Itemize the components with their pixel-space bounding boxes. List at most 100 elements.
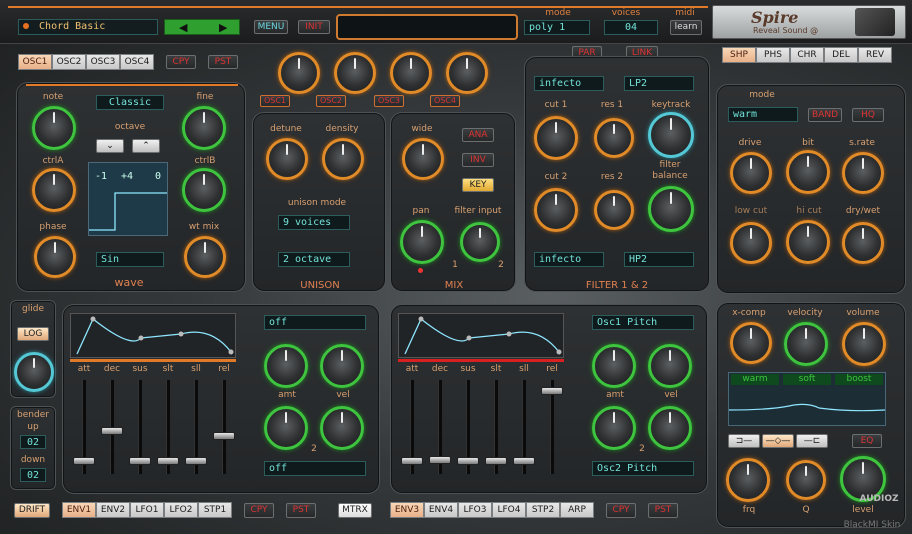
env1-slider-sus[interactable] — [129, 457, 151, 466]
keytrack-knob[interactable] — [648, 112, 694, 158]
tab-lfo2[interactable]: LFO2 — [164, 502, 198, 518]
tab-rev[interactable]: REV — [858, 47, 892, 63]
tab-chr[interactable]: CHR — [790, 47, 824, 63]
mod-right-copy-button[interactable]: CPY — [606, 503, 636, 518]
hicut-knob[interactable] — [786, 220, 830, 264]
osc4-level-knob[interactable] — [446, 52, 488, 94]
env1-vel2-knob[interactable] — [320, 406, 364, 450]
filter-balance-knob[interactable] — [648, 186, 694, 232]
key-button[interactable]: KEY — [462, 178, 494, 192]
band-button[interactable]: BAND — [808, 108, 842, 122]
env3-slider-sus[interactable] — [457, 457, 479, 466]
osc3-mini-label[interactable]: OSC3 — [374, 95, 404, 107]
env1-slider-dec[interactable] — [101, 427, 123, 436]
tab-shp[interactable]: SHP — [722, 47, 756, 63]
env1-dest-select[interactable]: off — [264, 315, 366, 330]
osc3-level-knob[interactable] — [390, 52, 432, 94]
env3-vel-knob[interactable] — [648, 344, 692, 388]
osc-copy-button[interactable]: CPY — [166, 55, 196, 69]
inv-button[interactable]: INV — [462, 153, 494, 167]
unison-voices-select[interactable]: 9 voices — [278, 215, 350, 230]
env3-dest2-select[interactable]: Osc2 Pitch — [592, 461, 694, 476]
env1-slider-att[interactable] — [73, 457, 95, 466]
octave-down-button[interactable]: ⌄ — [96, 139, 124, 153]
ctrlb-knob[interactable] — [182, 168, 226, 212]
env3-slider-sll[interactable] — [513, 457, 535, 466]
note-knob[interactable] — [32, 106, 76, 150]
glide-knob[interactable] — [14, 352, 54, 392]
preset-display[interactable]: Chord Basic — [18, 19, 158, 35]
tab-stp2[interactable]: STP2 — [526, 502, 560, 518]
env1-amt2-knob[interactable] — [264, 406, 308, 450]
env3-slider-att[interactable] — [401, 457, 423, 466]
cut1-knob[interactable] — [534, 116, 578, 160]
fx-mode-select[interactable]: warm — [728, 107, 798, 122]
phase-knob[interactable] — [34, 236, 76, 278]
preset-prev-icon[interactable]: ◀ — [179, 21, 187, 34]
bit-knob[interactable] — [786, 150, 830, 194]
lowcut-knob[interactable] — [730, 222, 772, 264]
eq-highshelf-button[interactable]: —⊏ — [796, 434, 828, 448]
voices-select[interactable]: 04 — [604, 20, 658, 35]
eq-mode-soft[interactable]: soft — [783, 374, 831, 385]
frq-knob[interactable] — [726, 458, 770, 502]
q-knob[interactable] — [786, 460, 826, 500]
volume-knob[interactable] — [842, 322, 886, 366]
srate-knob[interactable] — [842, 152, 884, 194]
tab-osc1[interactable]: OSC1 — [18, 54, 52, 70]
osc1-level-knob[interactable] — [278, 52, 320, 94]
env1-dest2-select[interactable]: off — [264, 461, 366, 476]
glide-log-button[interactable]: LOG — [17, 327, 49, 341]
tab-env2[interactable]: ENV2 — [96, 502, 130, 518]
env1-slider-slt[interactable] — [157, 457, 179, 466]
env3-slider-rel[interactable] — [541, 386, 563, 395]
osc2-mini-label[interactable]: OSC2 — [316, 95, 346, 107]
wide-knob[interactable] — [402, 138, 444, 180]
filter1-type-select[interactable]: infecto — [534, 76, 604, 91]
tab-osc3[interactable]: OSC3 — [86, 54, 120, 70]
wave-shape-select[interactable]: Sin — [96, 252, 164, 267]
res2-knob[interactable] — [594, 190, 634, 230]
tab-osc4[interactable]: OSC4 — [120, 54, 154, 70]
density-knob[interactable] — [322, 138, 364, 180]
preset-next-icon[interactable]: ▶ — [219, 21, 227, 34]
detune-knob[interactable] — [266, 138, 308, 180]
midi-learn-button[interactable]: learn — [670, 20, 702, 35]
eq-lowshelf-button[interactable]: ⊐— — [728, 434, 760, 448]
filter1-mode-select[interactable]: LP2 — [624, 76, 694, 91]
osc1-mini-label[interactable]: OSC1 — [260, 95, 290, 107]
eq-mode-boost[interactable]: boost — [835, 374, 883, 385]
xcomp-knob[interactable] — [730, 322, 772, 364]
bender-down-value[interactable]: 02 — [20, 468, 46, 482]
velocity-knob[interactable] — [784, 322, 828, 366]
tab-phs[interactable]: PHS — [756, 47, 790, 63]
drive-knob[interactable] — [730, 152, 772, 194]
filter-input-knob[interactable] — [460, 222, 500, 262]
tab-del[interactable]: DEL — [824, 47, 858, 63]
tab-lfo3[interactable]: LFO3 — [458, 502, 492, 518]
env3-vel2-knob[interactable] — [648, 406, 692, 450]
env3-dest-select[interactable]: Osc1 Pitch — [592, 315, 694, 330]
env3-slider-dec[interactable] — [429, 455, 451, 464]
env3-amt-knob[interactable] — [592, 344, 636, 388]
mod-left-paste-button[interactable]: PST — [286, 503, 316, 518]
menu-button[interactable]: MENU — [254, 20, 288, 34]
tab-env3[interactable]: ENV3 — [390, 502, 424, 518]
tab-osc2[interactable]: OSC2 — [52, 54, 86, 70]
env1-slider-sll[interactable] — [185, 457, 207, 466]
unison-octave-select[interactable]: 2 octave — [278, 252, 350, 267]
eq-peak-button[interactable]: —◇— — [762, 434, 794, 448]
env1-vel-knob[interactable] — [320, 344, 364, 388]
tab-stp1[interactable]: STP1 — [198, 502, 232, 518]
matrix-button[interactable]: MTRX — [338, 503, 372, 518]
filter2-type-select[interactable]: infecto — [534, 252, 604, 267]
tab-env4[interactable]: ENV4 — [424, 502, 458, 518]
octave-up-button[interactable]: ⌃ — [132, 139, 160, 153]
pan-knob[interactable] — [400, 220, 444, 264]
ana-button[interactable]: ANA — [462, 128, 494, 142]
tab-lfo1[interactable]: LFO1 — [130, 502, 164, 518]
mod-left-copy-button[interactable]: CPY — [244, 503, 274, 518]
tab-arp[interactable]: ARP — [560, 502, 594, 518]
osc4-mini-label[interactable]: OSC4 — [430, 95, 460, 107]
drift-button[interactable]: DRIFT — [14, 503, 50, 518]
